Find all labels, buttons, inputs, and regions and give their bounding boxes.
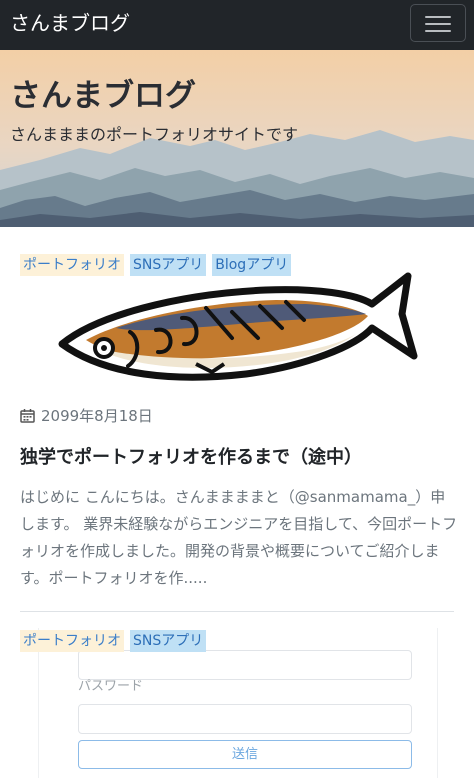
username-field[interactable] [78, 650, 412, 680]
hero-header: さんまブログ さんまままのポートフォリオサイトです [0, 50, 474, 227]
tag-sns-app[interactable]: SNSアプリ [130, 630, 207, 652]
site-subtitle: さんまままのポートフォリオサイトです [10, 125, 299, 144]
post-divider [20, 611, 454, 612]
menu-toggle-button[interactable] [410, 4, 466, 42]
password-field[interactable] [78, 704, 412, 734]
hamburger-icon [425, 23, 451, 25]
hamburger-icon [425, 30, 451, 32]
navbar-brand[interactable]: さんまブログ [10, 9, 130, 37]
saury-fish-illustration[interactable] [56, 268, 420, 386]
post-title[interactable]: 独学でポートフォリオを作るまで（途中） [20, 445, 460, 471]
password-label: パスワード [78, 679, 144, 694]
submit-button[interactable]: 送信 [78, 740, 412, 769]
calendar-icon [20, 408, 35, 423]
hamburger-icon [425, 16, 451, 18]
tag-portfolio[interactable]: ポートフォリオ [20, 630, 124, 652]
site-title: さんまブログ [10, 78, 196, 114]
navbar: さんまブログ [0, 0, 474, 50]
next-post-tags: ポートフォリオ SNSアプリ [20, 630, 207, 652]
post-date-row: 2099年8月18日 [20, 404, 153, 426]
post-date: 2099年8月18日 [41, 406, 153, 425]
post-excerpt: はじめに こんにちは。さんままままと（@sanmamama_）申します。 業界未… [20, 488, 458, 587]
